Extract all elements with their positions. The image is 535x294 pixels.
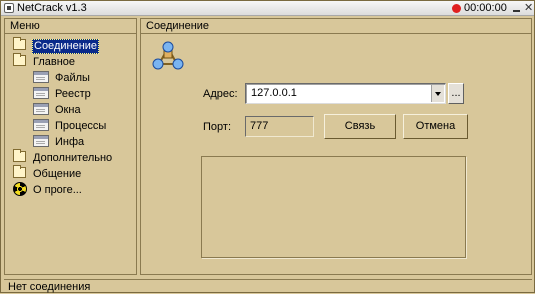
network-icon [152, 41, 184, 70]
window-icon [33, 87, 49, 99]
menu-item-windows[interactable]: Окна [33, 102, 82, 118]
address-label: Адрес: [203, 88, 238, 100]
window-icon [33, 71, 49, 83]
menu-item-label: О проге... [33, 184, 82, 196]
record-indicator-icon [452, 4, 461, 13]
window-icon [33, 135, 49, 147]
port-label: Порт: [203, 121, 231, 133]
connection-timer: 00:00:00 [464, 2, 507, 14]
window-icon [33, 119, 49, 131]
window-icon [33, 103, 49, 115]
menu-item-files[interactable]: Файлы [33, 70, 91, 86]
menu-item-label: Окна [55, 104, 81, 116]
window-title: NetCrack v1.3 [17, 2, 87, 14]
menu-item-label: Дополнительно [33, 152, 113, 164]
menu-panel: Меню Соединение Главное Файлы Реестр Окн… [4, 18, 137, 275]
connect-button[interactable]: Связь [324, 114, 396, 139]
close-button[interactable]: ✕ [524, 2, 533, 14]
menu-item-label: Соединение [32, 39, 100, 54]
folder-icon [13, 165, 26, 178]
menu-item-connection[interactable]: Соединение [13, 37, 100, 54]
browse-button[interactable]: ... [448, 83, 464, 104]
address-combobox[interactable]: 127.0.0.1 [245, 83, 446, 104]
connection-header: Соединение [141, 19, 531, 34]
minimize-button[interactable] [512, 4, 521, 13]
menu-item-about[interactable]: О проге... [13, 182, 83, 198]
menu-item-registry[interactable]: Реестр [33, 86, 92, 102]
radiation-icon [13, 182, 27, 196]
menu-item-label: Реестр [55, 88, 91, 100]
connection-panel: Соединение Адрес: 127.0.0.1 ... Порт: 77… [140, 18, 532, 275]
menu-item-label: Процессы [55, 120, 107, 132]
menu-item-processes[interactable]: Процессы [33, 118, 107, 134]
app-window: NetCrack v1.3 00:00:00 ✕ Меню Соединение… [0, 0, 535, 293]
menu-item-label: Общение [33, 168, 82, 180]
menu-item-extra[interactable]: Дополнительно [13, 149, 113, 166]
folder-icon [13, 37, 26, 50]
menu-item-info[interactable]: Инфа [33, 134, 85, 150]
menu-item-chat[interactable]: Общение [13, 165, 82, 182]
folder-icon [13, 53, 26, 66]
chevron-down-icon[interactable] [431, 85, 444, 102]
app-icon[interactable] [4, 3, 14, 13]
title-bar[interactable]: NetCrack v1.3 00:00:00 ✕ [1, 1, 534, 16]
menu-header: Меню [5, 19, 136, 34]
folder-icon [13, 149, 26, 162]
menu-item-label: Инфа [55, 136, 85, 148]
menu-item-main[interactable]: Главное [13, 53, 76, 70]
menu-item-label: Файлы [55, 72, 90, 84]
connection-log[interactable] [201, 156, 466, 258]
status-bar: Нет соединения [4, 279, 532, 293]
address-value: 127.0.0.1 [251, 87, 297, 99]
port-field[interactable]: 777 [245, 116, 314, 137]
menu-item-label: Главное [33, 56, 76, 68]
cancel-button[interactable]: Отмена [403, 114, 468, 139]
